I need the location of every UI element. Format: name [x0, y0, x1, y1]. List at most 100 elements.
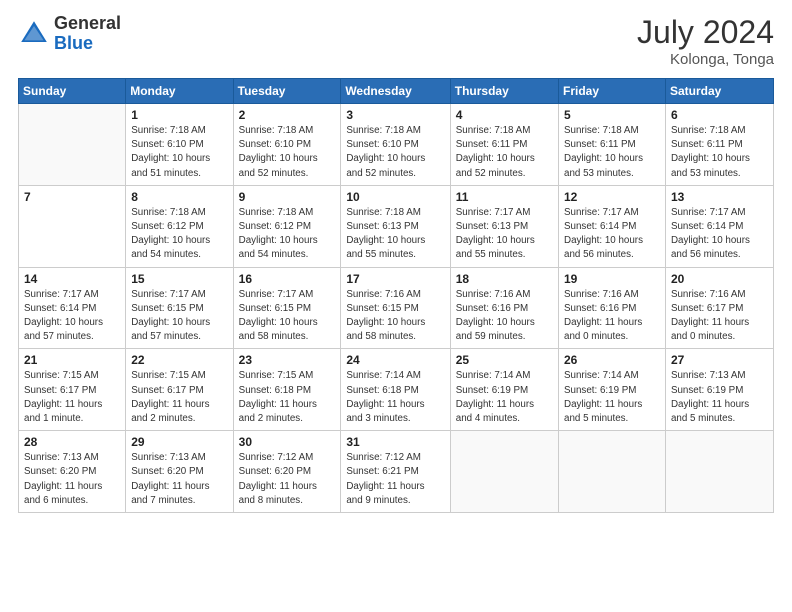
col-wednesday: Wednesday	[341, 79, 450, 104]
calendar-cell: 19Sunrise: 7:16 AMSunset: 6:16 PMDayligh…	[559, 267, 666, 349]
day-info: Sunrise: 7:18 AMSunset: 6:10 PMDaylight:…	[346, 124, 444, 181]
calendar-cell: 3 Sunrise: 7:18 AMSunset: 6:10 PMDaylight…	[341, 104, 450, 186]
logo-text: General Blue	[54, 14, 121, 54]
calendar-cell: 1Sunrise: 7:18 AMSunset: 6:10 PMDaylight…	[126, 104, 233, 186]
day-info: Sunrise: 7:13 AMSunset: 6:20 PMDaylight:…	[24, 451, 120, 508]
calendar-week-row: 21 Sunrise: 7:15 AMSunset: 6:17 PMDayligh…	[19, 349, 774, 431]
day-info: Sunrise: 7:12 AMSunset: 6:21 PMDaylight:…	[346, 451, 444, 508]
col-sunday: Sunday	[19, 79, 126, 104]
day-number: 11	[456, 190, 553, 204]
calendar-cell: 25Sunrise: 7:14 AMSunset: 6:19 PMDayligh…	[450, 349, 558, 431]
calendar-week-row: 1 Sunrise: 7:18 AMSunset: 6:10 PMDaylight…	[19, 104, 774, 186]
calendar-cell: 6 Sunrise: 7:18 AMSunset: 6:11 PMDaylight…	[665, 104, 773, 186]
day-number: 4	[456, 108, 553, 122]
calendar-cell	[450, 431, 558, 513]
day-info: Sunrise: 7:17 AMSunset: 6:14 PMDaylight:…	[24, 288, 120, 345]
calendar-week-row: 28 Sunrise: 7:13 AMSunset: 6:20 PMDayligh…	[19, 431, 774, 513]
day-info: Sunrise: 7:17 AMSunset: 6:14 PMDaylight:…	[671, 206, 768, 263]
col-thursday: Thursday	[450, 79, 558, 104]
col-tuesday: Tuesday	[233, 79, 341, 104]
day-number: 12	[564, 190, 660, 204]
calendar-cell	[559, 431, 666, 513]
day-info: Sunrise: 7:17 AMSunset: 6:15 PMDaylight:…	[239, 288, 336, 345]
day-info: Sunrise: 7:18 AMSunset: 6:11 PMDaylight:…	[671, 124, 768, 181]
day-info: Sunrise: 7:17 AMSunset: 6:14 PMDaylight:…	[564, 206, 660, 263]
day-number: 17	[346, 272, 444, 286]
day-number: 7	[24, 190, 120, 204]
logo-icon	[18, 18, 50, 50]
month-year: July 2024	[637, 14, 774, 51]
calendar-week-row: 14 Sunrise: 7:17 AMSunset: 6:14 PMDayligh…	[19, 267, 774, 349]
day-info: Sunrise: 7:18 AMSunset: 6:11 PMDaylight:…	[564, 124, 660, 181]
day-number: 30	[239, 435, 336, 449]
day-info: Sunrise: 7:16 AMSunset: 6:16 PMDaylight:…	[456, 288, 553, 345]
calendar-cell: 15 Sunrise: 7:17 AMSunset: 6:15 PMDayligh…	[126, 267, 233, 349]
day-number: 14	[24, 272, 120, 286]
col-friday: Friday	[559, 79, 666, 104]
day-number: 29	[131, 435, 227, 449]
col-monday: Monday	[126, 79, 233, 104]
day-number: 2	[239, 108, 336, 122]
day-info: Sunrise: 7:15 AMSunset: 6:18 PMDaylight:…	[239, 369, 336, 426]
calendar-cell: 29 Sunrise: 7:13 AMSunset: 6:20 PMDayligh…	[126, 431, 233, 513]
calendar-cell: 8 Sunrise: 7:18 AMSunset: 6:12 PMDaylight…	[126, 185, 233, 267]
header: General Blue July 2024 Kolonga, Tonga	[18, 14, 774, 68]
calendar-cell	[665, 431, 773, 513]
day-number: 15	[131, 272, 227, 286]
logo: General Blue	[18, 14, 121, 54]
calendar: Sunday Monday Tuesday Wednesday Thursday…	[18, 78, 774, 513]
day-info: Sunrise: 7:18 AMSunset: 6:13 PMDaylight:…	[346, 206, 444, 263]
day-info: Sunrise: 7:14 AMSunset: 6:19 PMDaylight:…	[564, 369, 660, 426]
calendar-cell: 11 Sunrise: 7:17 AMSunset: 6:13 PMDayligh…	[450, 185, 558, 267]
calendar-cell: 4 Sunrise: 7:18 AMSunset: 6:11 PMDaylight…	[450, 104, 558, 186]
day-info: Sunrise: 7:18 AMSunset: 6:11 PMDaylight:…	[456, 124, 553, 181]
day-number: 9	[239, 190, 336, 204]
calendar-cell: 13 Sunrise: 7:17 AMSunset: 6:14 PMDayligh…	[665, 185, 773, 267]
calendar-cell: 31Sunrise: 7:12 AMSunset: 6:21 PMDayligh…	[341, 431, 450, 513]
calendar-cell	[19, 104, 126, 186]
day-info: Sunrise: 7:13 AMSunset: 6:20 PMDaylight:…	[131, 451, 227, 508]
col-saturday: Saturday	[665, 79, 773, 104]
day-info: Sunrise: 7:18 AMSunset: 6:12 PMDaylight:…	[239, 206, 336, 263]
day-number: 5	[564, 108, 660, 122]
calendar-week-row: 78 Sunrise: 7:18 AMSunset: 6:12 PMDayligh…	[19, 185, 774, 267]
day-number: 8	[131, 190, 227, 204]
day-number: 23	[239, 353, 336, 367]
calendar-cell: 9 Sunrise: 7:18 AMSunset: 6:12 PMDaylight…	[233, 185, 341, 267]
day-info: Sunrise: 7:18 AMSunset: 6:12 PMDaylight:…	[131, 206, 227, 263]
calendar-cell: 21 Sunrise: 7:15 AMSunset: 6:17 PMDayligh…	[19, 349, 126, 431]
day-number: 28	[24, 435, 120, 449]
day-info: Sunrise: 7:15 AMSunset: 6:17 PMDaylight:…	[24, 369, 120, 426]
calendar-cell: 27 Sunrise: 7:13 AMSunset: 6:19 PMDayligh…	[665, 349, 773, 431]
calendar-cell: 20 Sunrise: 7:16 AMSunset: 6:17 PMDayligh…	[665, 267, 773, 349]
day-number: 16	[239, 272, 336, 286]
logo-general: General	[54, 14, 121, 34]
day-info: Sunrise: 7:15 AMSunset: 6:17 PMDaylight:…	[131, 369, 227, 426]
calendar-cell: 16 Sunrise: 7:17 AMSunset: 6:15 PMDayligh…	[233, 267, 341, 349]
day-number: 6	[671, 108, 768, 122]
day-info: Sunrise: 7:17 AMSunset: 6:15 PMDaylight:…	[131, 288, 227, 345]
day-number: 1	[131, 108, 227, 122]
day-number: 25	[456, 353, 553, 367]
day-info: Sunrise: 7:18 AMSunset: 6:10 PMDaylight:…	[239, 124, 336, 181]
day-info: Sunrise: 7:12 AMSunset: 6:20 PMDaylight:…	[239, 451, 336, 508]
day-number: 20	[671, 272, 768, 286]
day-info: Sunrise: 7:16 AMSunset: 6:17 PMDaylight:…	[671, 288, 768, 345]
day-info: Sunrise: 7:17 AMSunset: 6:13 PMDaylight:…	[456, 206, 553, 263]
day-info: Sunrise: 7:14 AMSunset: 6:18 PMDaylight:…	[346, 369, 444, 426]
day-number: 24	[346, 353, 444, 367]
day-number: 3	[346, 108, 444, 122]
day-info: Sunrise: 7:16 AMSunset: 6:15 PMDaylight:…	[346, 288, 444, 345]
day-number: 27	[671, 353, 768, 367]
day-info: Sunrise: 7:16 AMSunset: 6:16 PMDaylight:…	[564, 288, 660, 345]
calendar-cell: 7	[19, 185, 126, 267]
day-number: 21	[24, 353, 120, 367]
location: Kolonga, Tonga	[637, 51, 774, 68]
day-number: 10	[346, 190, 444, 204]
calendar-cell: 2 Sunrise: 7:18 AMSunset: 6:10 PMDaylight…	[233, 104, 341, 186]
page: General Blue July 2024 Kolonga, Tonga Su…	[0, 0, 792, 612]
day-info: Sunrise: 7:13 AMSunset: 6:19 PMDaylight:…	[671, 369, 768, 426]
calendar-cell: 10 Sunrise: 7:18 AMSunset: 6:13 PMDayligh…	[341, 185, 450, 267]
calendar-cell: 5 Sunrise: 7:18 AMSunset: 6:11 PMDaylight…	[559, 104, 666, 186]
day-number: 13	[671, 190, 768, 204]
